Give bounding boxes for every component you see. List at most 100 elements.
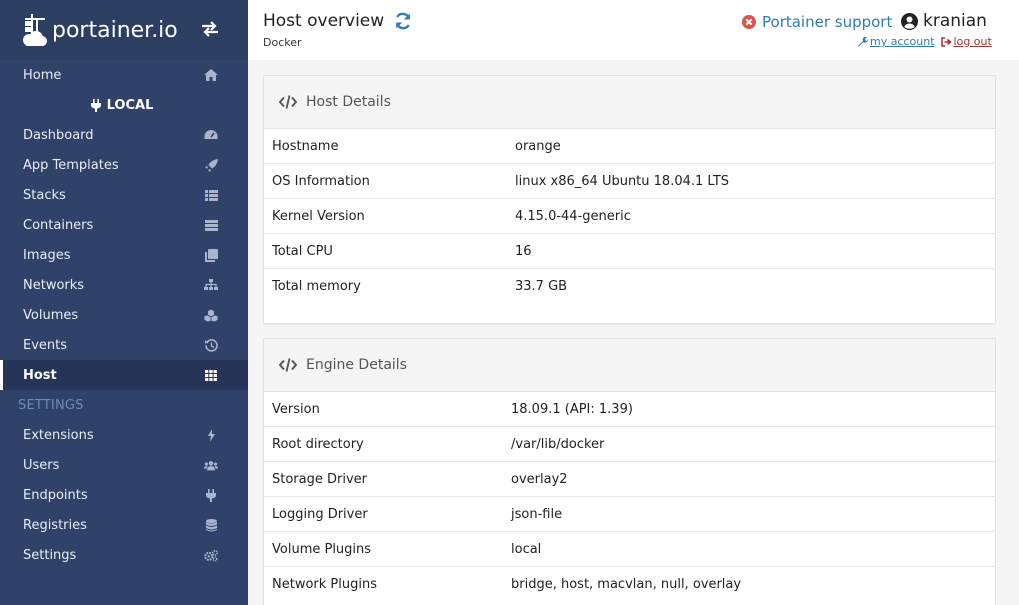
account-links: my account log out [857,35,992,48]
table-row: OS Information linux x86_64 Ubuntu 18.04… [264,164,995,199]
wrench-icon [858,36,868,47]
row-value: /var/lib/docker [511,436,605,452]
table-row: Volume Plugins local [264,532,995,567]
users-icon [204,458,218,472]
sidebar-item-label: Stacks [23,187,66,203]
page-title: Host overview [263,11,412,31]
row-value: 16 [515,243,532,259]
table-row: Logging Driver json-file [264,497,995,532]
sidebar-item-networks[interactable]: Networks [0,270,248,300]
row-key: Logging Driver [272,506,368,522]
table-row: Network Plugins bridge, host, macvlan, n… [264,567,995,602]
portainer-support-link[interactable]: Portainer support [742,13,892,31]
cogs-icon [204,548,218,562]
my-account-link[interactable]: my account [857,35,935,48]
engine-details-widget: Engine Details Version 18.09.1 (API: 1.3… [263,338,996,605]
table-row: Total CPU 16 [264,234,995,269]
refresh-icon[interactable] [394,12,412,30]
bolt-icon [204,428,218,442]
sidebar-item-extensions[interactable]: Extensions [0,420,248,450]
th-icon [204,368,218,382]
page-title-text: Host overview [263,11,385,31]
sidebar-item-endpoints[interactable]: Endpoints [0,480,248,510]
cubes-icon [204,308,218,322]
sidebar-item-label: App Templates [23,157,119,173]
my-account-label: my account [870,35,935,48]
table-row: Storage Driver overlay2 [264,462,995,497]
sidebar-item-label: Home [23,67,62,83]
sidebar-item-dashboard[interactable]: Dashboard [0,120,248,150]
th-list-icon [204,188,218,202]
user-info: kranian [901,11,987,31]
tachometer-icon [204,128,218,142]
host-details-title: Host Details [306,94,391,110]
engine-details-header: Engine Details [264,339,995,392]
user-circle-icon [901,12,918,30]
sidebar-item-containers[interactable]: Containers [0,210,248,240]
row-value: overlay2 [511,471,568,487]
engine-details-title: Engine Details [306,357,407,373]
row-key: Hostname [272,138,339,154]
sidebar: portainer.io Home LOCAL Dashboard App Te… [0,0,248,605]
breadcrumb: Docker [263,36,302,49]
sidebar-item-label: Images [23,247,71,263]
plug-icon [204,488,218,502]
portainer-logo-icon [23,14,47,46]
row-value: 4.15.0-44-generic [515,208,631,224]
row-value: orange [515,138,561,154]
sidebar-item-label: Containers [23,217,94,233]
sidebar-item-registries[interactable]: Registries [0,510,248,540]
clone-icon [204,248,218,262]
server-icon [204,218,218,232]
code-icon [279,95,297,109]
row-value: bridge, host, macvlan, null, overlay [511,577,742,592]
brand: portainer.io [0,0,248,60]
sidebar-item-label: Volumes [23,307,79,323]
support-label: Portainer support [762,13,893,31]
log-out-link[interactable]: log out [940,35,992,48]
sidebar-item-events[interactable]: Events [0,330,248,360]
row-value: 18.09.1 (API: 1.39) [511,401,633,417]
row-value: linux x86_64 Ubuntu 18.04.1 LTS [515,173,730,189]
log-out-label: log out [953,35,992,48]
row-key: Network Plugins [272,577,377,592]
times-circle-icon [742,15,756,29]
sidebar-item-label: Registries [23,517,87,533]
row-key: Total memory [272,279,361,294]
row-value: 33.7 GB [515,279,568,294]
history-icon [204,338,218,352]
sidebar-item-volumes[interactable]: Volumes [0,300,248,330]
sidebar-item-label: Users [23,457,60,473]
row-key: Storage Driver [272,471,367,487]
sidebar-item-images[interactable]: Images [0,240,248,270]
page-header: Host overview Docker Portainer support k… [248,0,1019,60]
table-row: Kernel Version 4.15.0-44-generic [264,199,995,234]
row-key: Root directory [272,436,364,452]
row-key: Kernel Version [272,208,365,224]
row-key: OS Information [272,173,370,189]
exchange-icon[interactable] [201,21,219,41]
host-details-widget: Host Details Hostname orange OS Informat… [263,75,996,324]
row-value: json-file [511,506,563,522]
sidebar-item-settings[interactable]: Settings [0,540,248,570]
table-row: Hostname orange [264,129,995,164]
sidebar-item-label: Networks [23,277,85,293]
table-row: Root directory /var/lib/docker [264,427,995,462]
endpoint-name: LOCAL [0,90,248,120]
sidebar-item-stacks[interactable]: Stacks [0,180,248,210]
sidebar-item-label: Host [23,367,57,383]
sidebar-item-app-templates[interactable]: App Templates [0,150,248,180]
sidebar-item-label: Extensions [23,427,94,443]
portainer-logo[interactable]: portainer.io [22,12,178,48]
sitemap-icon [204,278,218,292]
sidebar-item-host[interactable]: Host [0,360,248,390]
sidebar-item-home[interactable]: Home [0,60,248,90]
row-key: Version [272,401,320,417]
sidebar-item-users[interactable]: Users [0,450,248,480]
table-row: Total memory 33.7 GB [264,269,995,304]
database-icon [204,518,218,532]
sidebar-item-label: Events [23,337,68,353]
table-row: Version 18.09.1 (API: 1.39) [264,392,995,427]
home-icon [204,68,218,82]
row-key: Total CPU [272,243,333,259]
